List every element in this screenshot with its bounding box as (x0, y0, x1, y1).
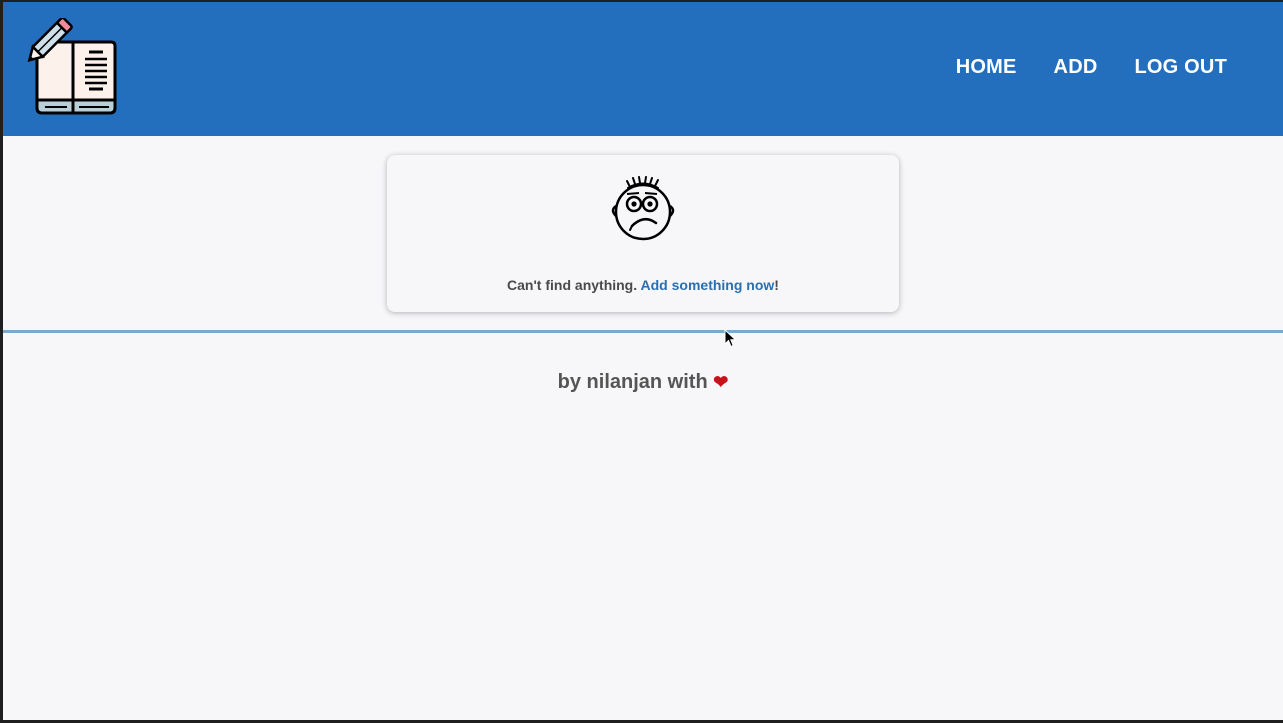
nav-logout-link[interactable]: LOG OUT (1134, 56, 1227, 79)
empty-state-suffix: ! (774, 277, 779, 293)
footer-divider (3, 330, 1283, 333)
nav-add-link[interactable]: ADD (1054, 56, 1098, 79)
header-bar: HOME ADD LOG OUT (3, 2, 1283, 136)
confused-face-icon (611, 176, 675, 241)
nav-home-link[interactable]: HOME (956, 56, 1017, 79)
empty-state-text: Can't find anything. (507, 277, 638, 293)
main-nav: HOME ADD LOG OUT (956, 56, 1227, 79)
footer-credit: by nilanjan with ❤ (3, 371, 1283, 394)
mouse-pointer-icon (724, 329, 737, 348)
footer-text: by nilanjan with (557, 371, 708, 393)
app-window: HOME ADD LOG OUT Can't find anything. Ad… (3, 2, 1283, 720)
book-pencil-logo-icon[interactable] (19, 18, 119, 118)
heart-icon: ❤ (713, 372, 729, 392)
add-something-link[interactable]: Add something now (641, 277, 775, 293)
empty-state-card: Can't find anything. Add something now! (387, 155, 899, 312)
empty-state-message: Can't find anything. Add something now! (387, 277, 899, 293)
